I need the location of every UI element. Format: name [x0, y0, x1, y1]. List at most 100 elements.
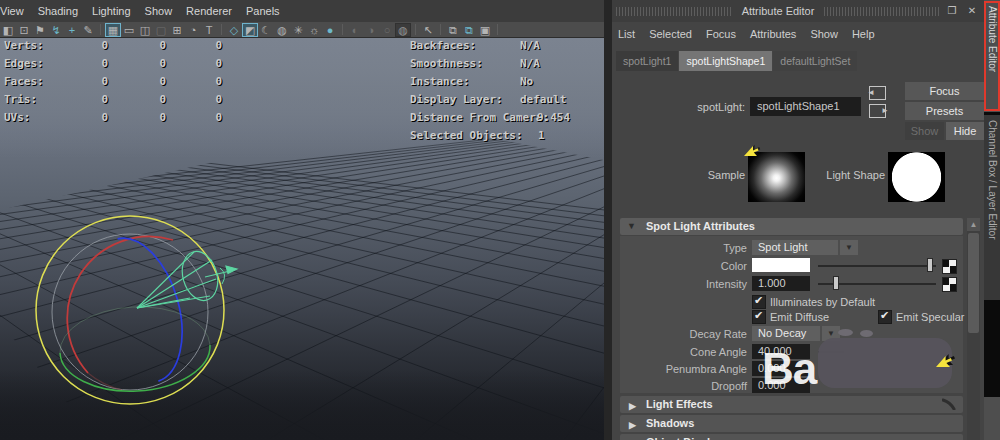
viewport-menu-item[interactable]: Renderer	[186, 5, 232, 17]
camera-keyframe-icon[interactable]: ⊡	[16, 23, 32, 37]
spotlight-name-field[interactable]: spotLightShape1	[750, 97, 861, 116]
viewport-menu-item[interactable]: Shading	[38, 5, 78, 17]
hud-value: 0	[114, 111, 166, 124]
lighting-icon[interactable]: ☼	[306, 23, 322, 37]
ae-menu-item[interactable]: Help	[852, 28, 875, 40]
section-title: Spot Light Attributes	[646, 218, 755, 235]
grid-toggle-icon[interactable]: ▦	[105, 23, 121, 37]
xray-icon[interactable]: ◇	[226, 23, 242, 37]
tab-spotlightshape1[interactable]: spotLightShape1	[679, 51, 772, 71]
scrollbar-thumb[interactable]	[968, 233, 979, 333]
hud-toggle-icon[interactable]: T	[201, 23, 217, 37]
hud-value: default	[520, 93, 566, 106]
select-cursor-icon[interactable]: ↖	[420, 23, 436, 37]
move-tool-icon[interactable]: +	[64, 23, 80, 37]
hud-value: 0	[64, 93, 108, 106]
resolution-gate-icon[interactable]: ◫	[137, 23, 153, 37]
hud-row: Tris: 0 0 0	[4, 93, 234, 111]
ae-menu-item[interactable]: Focus	[706, 28, 736, 40]
color-swatch[interactable]	[752, 258, 810, 272]
texture-map-icon[interactable]	[942, 277, 957, 292]
tab-defaultlightset[interactable]: defaultLightSet	[773, 51, 857, 71]
focus-button[interactable]: Focus	[905, 82, 984, 100]
tab-spotlight1[interactable]: spotLight1	[616, 51, 678, 71]
hud-row: Distance From Camera: 9.454	[410, 111, 606, 129]
snapshot-icon[interactable]: ▣	[477, 23, 493, 37]
side-tab-channel-box[interactable]: Channel Box / Layer Editor	[984, 115, 1000, 300]
hud-label: Backfaces:	[410, 39, 476, 52]
field-chart-icon[interactable]: ⊞	[169, 23, 185, 37]
type-dropdown[interactable]: Spot Light	[752, 240, 838, 255]
viewport-menu-item[interactable]: Lighting	[92, 5, 131, 17]
section-object-display[interactable]: ▶ Object Display	[620, 434, 963, 440]
separator[interactable]	[342, 24, 343, 35]
hud-label: Tris:	[4, 93, 37, 106]
decay-dropdown[interactable]: No Decay	[752, 326, 820, 341]
intensity-field[interactable]: 1.000	[752, 276, 810, 291]
breakout-node-icon[interactable]: ►	[869, 104, 886, 118]
bookmark-icon[interactable]: ⚑	[32, 23, 48, 37]
show-button[interactable]: Show	[905, 122, 944, 140]
viewport-menu-item[interactable]: Show	[145, 5, 173, 17]
walk-tool-icon[interactable]: ↯	[48, 23, 64, 37]
section-light-effects[interactable]: ▶ Light Effects	[620, 396, 963, 413]
presets-button[interactable]: Presets	[905, 102, 984, 120]
attribute-editor-header[interactable]: Attribute Editor ❐ ✕	[612, 0, 984, 22]
panel-divider[interactable]	[604, 0, 612, 440]
spotlight-cone	[137, 247, 237, 308]
dropdown-arrow-icon[interactable]: ▼	[840, 240, 858, 255]
layout-single-icon[interactable]: ⧉	[445, 23, 461, 37]
camera-pan-icon[interactable]: ◧	[0, 23, 16, 37]
shaded-sphere-icon[interactable]: ●	[322, 23, 338, 37]
separator[interactable]	[440, 24, 441, 35]
section-title: Shadows	[646, 415, 694, 432]
textured-icon[interactable]: ✳	[290, 23, 306, 37]
color-slider[interactable]	[818, 265, 936, 267]
texture-map-icon[interactable]	[942, 259, 957, 274]
viewport-menu-item[interactable]: View	[0, 5, 24, 17]
watermark-blob	[818, 338, 952, 388]
illuminates-checkbox[interactable]: ✔	[752, 295, 766, 309]
separator[interactable]	[100, 24, 101, 35]
viewport-menu-item[interactable]: Panels	[246, 5, 280, 17]
section-shadows[interactable]: ▶ Shadows	[620, 415, 963, 432]
separator[interactable]	[415, 24, 416, 35]
isolate-view-icon[interactable]: ◑	[363, 23, 379, 37]
hud-value: 0	[64, 75, 108, 88]
film-gate-icon[interactable]: ▭	[121, 23, 137, 37]
hide-button[interactable]: Hide	[946, 122, 984, 140]
scrollbar[interactable]: ▲	[967, 218, 980, 440]
hud-value: 0	[114, 93, 166, 106]
isolate-select-icon[interactable]: ◐	[347, 23, 363, 37]
hud-row: Smoothness: N/A	[410, 57, 606, 75]
close-icon[interactable]: ✕	[964, 4, 980, 18]
shaded-cube-icon[interactable]: ◩	[242, 23, 258, 37]
emit-diffuse-checkbox[interactable]: ✔	[752, 310, 766, 324]
camera-settings-icon[interactable]: ◔	[185, 23, 201, 37]
separator[interactable]	[497, 24, 498, 35]
pencil-tool-icon[interactable]: ✎	[80, 23, 96, 37]
isolate-off-icon[interactable]: ○	[379, 23, 395, 37]
viewport-canvas[interactable]: Verts: 0 0 0 Edges: 0 0 0 Faces:	[0, 38, 606, 440]
wireframe-shaded-icon[interactable]: ☾	[258, 23, 274, 37]
layout-four-icon[interactable]: ⧉	[461, 23, 477, 37]
ae-menu-item[interactable]: Selected	[649, 28, 692, 40]
wire-sphere-icon[interactable]: ◍	[274, 23, 290, 37]
scroll-up-icon[interactable]: ▲	[967, 218, 980, 231]
ae-menu-item[interactable]: Attributes	[750, 28, 796, 40]
separator[interactable]	[221, 24, 222, 35]
color-slider-handle[interactable]	[927, 258, 933, 272]
intensity-slider-handle[interactable]	[833, 276, 839, 290]
attribute-editor-menubar: List Selected Focus Attributes Show Help	[612, 22, 984, 46]
texture-box-icon[interactable]: ◍	[395, 23, 411, 37]
ae-menu-item[interactable]: Show	[810, 28, 838, 40]
hud-value: No	[520, 75, 533, 88]
select-node-icon[interactable]: ◄	[869, 86, 886, 100]
float-window-icon[interactable]: ❐	[944, 4, 960, 18]
gate-mask-icon[interactable]: ▢	[153, 23, 169, 37]
swoosh-mark	[942, 398, 958, 410]
section-spot-light-attributes[interactable]: ▼ Spot Light Attributes	[620, 218, 963, 235]
cursor-icon	[742, 141, 762, 161]
emit-specular-checkbox[interactable]: ✔	[878, 310, 892, 324]
ae-menu-item[interactable]: List	[618, 28, 635, 40]
